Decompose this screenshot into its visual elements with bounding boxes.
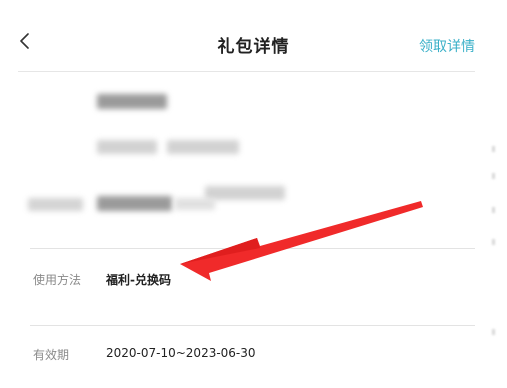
validity-value: 2020-07-10~2023-06-30 — [106, 346, 256, 360]
edge-mark — [492, 207, 495, 213]
redacted-text — [28, 198, 83, 211]
redacted-text — [175, 198, 215, 210]
usage-method-label: 使用方法 — [33, 273, 82, 287]
redacted-text — [167, 140, 239, 154]
row-divider — [30, 325, 475, 326]
redacted-text — [97, 196, 172, 211]
row-divider — [30, 248, 475, 249]
edge-mark — [492, 239, 495, 245]
edge-mark — [492, 173, 495, 179]
top-bar: 礼包详情 领取详情 — [0, 0, 507, 72]
validity-label: 有效期 — [33, 348, 70, 362]
edge-mark — [492, 329, 495, 335]
redacted-text — [97, 94, 167, 109]
header-divider — [18, 71, 475, 72]
redacted-text — [97, 140, 157, 154]
gift-detail-page: 礼包详情 领取详情 使用方法 福利-兑换码 有效期 2020-07-10~202… — [0, 0, 507, 388]
usage-method-value: 福利-兑换码 — [106, 273, 171, 287]
edge-mark — [492, 146, 495, 152]
redacted-text — [205, 186, 285, 200]
claim-details-link[interactable]: 领取详情 — [419, 36, 475, 56]
